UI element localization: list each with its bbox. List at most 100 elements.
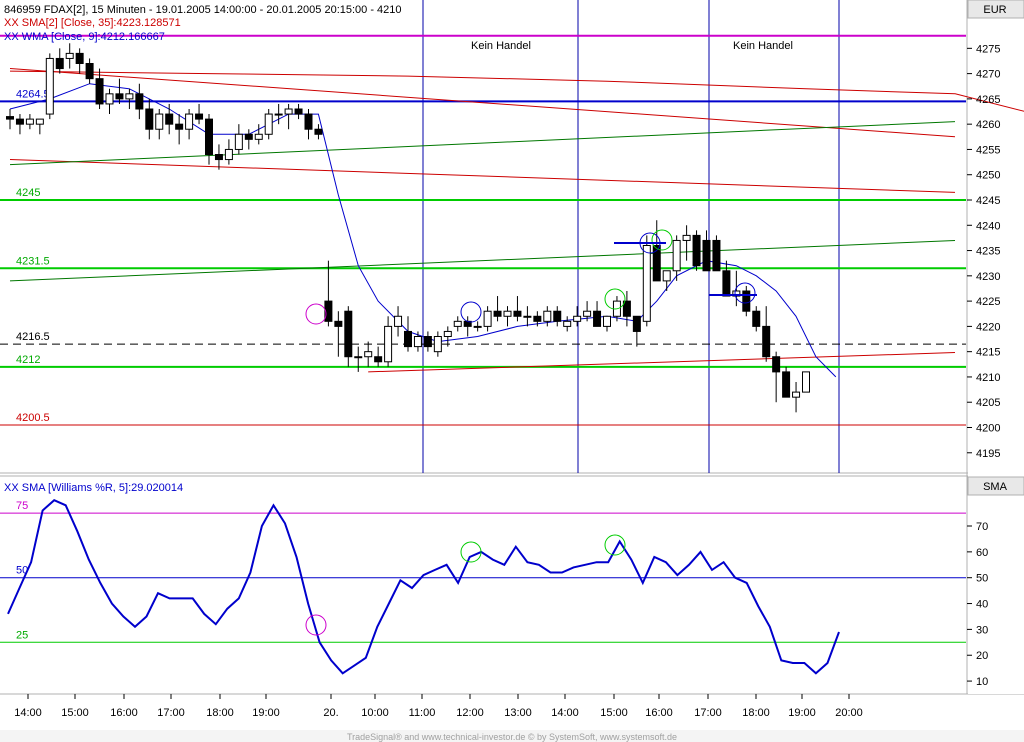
- candle-body: [264, 113, 273, 135]
- y-tick-label: 4270: [976, 69, 1000, 81]
- sub-y-tick-label: 30: [976, 624, 988, 636]
- main-chart-title: 846959 FDAX[2], 15 Minuten - 19.01.2005 …: [4, 4, 402, 16]
- candle-body: [553, 310, 562, 322]
- sub-chart-title: XX SMA [Williams %R, 5]:29.020014: [4, 482, 183, 494]
- candle-body: [254, 133, 263, 140]
- candle-body: [642, 245, 651, 322]
- sub-y-tick-label: 70: [976, 521, 988, 533]
- candle-body: [95, 78, 104, 105]
- candle-body: [35, 118, 44, 125]
- candle-body: [473, 325, 482, 328]
- candle-body: [503, 310, 512, 317]
- candle-body: [145, 108, 154, 130]
- candle-body: [722, 270, 731, 297]
- candle-body: [185, 113, 194, 130]
- x-tick-label: 15:00: [61, 707, 89, 719]
- sub-level-label-0: 75: [16, 500, 28, 512]
- candle-body: [573, 315, 582, 322]
- candle-body: [25, 118, 34, 125]
- candle-body: [155, 113, 164, 130]
- x-tick-label: 14:00: [551, 707, 579, 719]
- candle-body: [195, 113, 204, 120]
- candle-body: [55, 57, 64, 70]
- currency-label: EUR: [983, 4, 1006, 16]
- y-tick-label: 4265: [976, 94, 1000, 106]
- sub-y-tick-label: 50: [976, 573, 988, 585]
- x-tick-label: 11:00: [409, 707, 436, 719]
- y-tick-label: 4245: [976, 195, 1000, 207]
- x-tick-label: 10:00: [361, 707, 389, 719]
- candle-body: [224, 148, 233, 161]
- sub-y-tick-label: 20: [976, 650, 988, 662]
- level-label-2: 4231.5: [16, 255, 50, 267]
- candle-body: [593, 310, 602, 327]
- candle-body: [135, 93, 144, 110]
- candle-body: [772, 356, 781, 373]
- candle-body: [712, 239, 721, 272]
- y-tick-label: 4220: [976, 321, 1000, 333]
- y-tick-label: 4250: [976, 170, 1000, 182]
- x-tick-label: 12:00: [456, 707, 484, 719]
- candle-body: [394, 315, 403, 327]
- candle-body: [294, 108, 303, 115]
- x-tick-label: 17:00: [157, 707, 185, 719]
- x-tick-label: 18:00: [742, 707, 770, 719]
- y-tick-label: 4255: [976, 144, 1000, 156]
- level-label-5: 4200.5: [16, 412, 50, 424]
- candle-body: [304, 113, 313, 130]
- level-label-1: 4245: [16, 187, 40, 199]
- sub-axis-label: SMA: [983, 481, 1008, 493]
- candle-body: [85, 63, 94, 80]
- candle-body: [792, 391, 801, 398]
- candle-body: [692, 234, 701, 267]
- x-tick-label: 17:00: [694, 707, 722, 719]
- y-tick-label: 4210: [976, 372, 1000, 384]
- candle-body: [523, 315, 532, 318]
- candle-body: [314, 128, 323, 135]
- sub-y-tick-label: 60: [976, 547, 988, 559]
- candle-body: [433, 336, 442, 353]
- candle-body: [165, 113, 174, 125]
- x-tick-label: 16:00: [110, 707, 138, 719]
- candle-body: [364, 351, 373, 358]
- y-tick-label: 4200: [976, 423, 1000, 435]
- candle-body: [205, 118, 213, 156]
- y-tick-label: 4240: [976, 220, 1000, 232]
- sub-y-tick-label: 40: [976, 599, 988, 611]
- y-tick-label: 4225: [976, 296, 1000, 308]
- candle-body: [344, 310, 353, 358]
- level-label-4: 4212: [16, 354, 40, 366]
- candle-body: [483, 310, 492, 327]
- y-tick-label: 4230: [976, 271, 1000, 283]
- candle-body: [284, 108, 293, 115]
- x-tick-label: 15:00: [600, 707, 628, 719]
- candle-body: [752, 310, 761, 327]
- candle-body: [672, 239, 681, 272]
- candle-body: [513, 310, 522, 317]
- footer-copyright: TradeSignal® and www.technical-investor.…: [347, 732, 677, 742]
- x-tick-label: 14:00: [14, 707, 42, 719]
- candle-body: [105, 93, 114, 105]
- annotation-kein-handel-2: Kein Handel: [733, 40, 793, 52]
- candle-body: [15, 118, 24, 125]
- y-tick-label: 4235: [976, 246, 1000, 258]
- x-tick-label: 18:00: [206, 707, 234, 719]
- candle-body: [6, 116, 14, 120]
- candle-body: [404, 330, 412, 348]
- candle-body: [125, 93, 134, 100]
- x-tick-label: 20:00: [835, 707, 863, 719]
- y-tick-label: 4275: [976, 43, 1000, 55]
- level-label-3: 4216.5: [16, 331, 50, 343]
- candle-body: [75, 52, 84, 64]
- candle-body: [543, 310, 552, 322]
- candle-body: [175, 123, 184, 130]
- candle-body: [384, 325, 393, 363]
- candle-body: [453, 320, 462, 327]
- candle-body: [533, 315, 542, 322]
- candle-body: [413, 336, 422, 348]
- candle-body: [214, 154, 223, 161]
- candle-body: [603, 315, 611, 327]
- candle-body: [45, 57, 54, 115]
- candle-body: [115, 93, 124, 100]
- sub-y-tick-label: 10: [976, 676, 988, 688]
